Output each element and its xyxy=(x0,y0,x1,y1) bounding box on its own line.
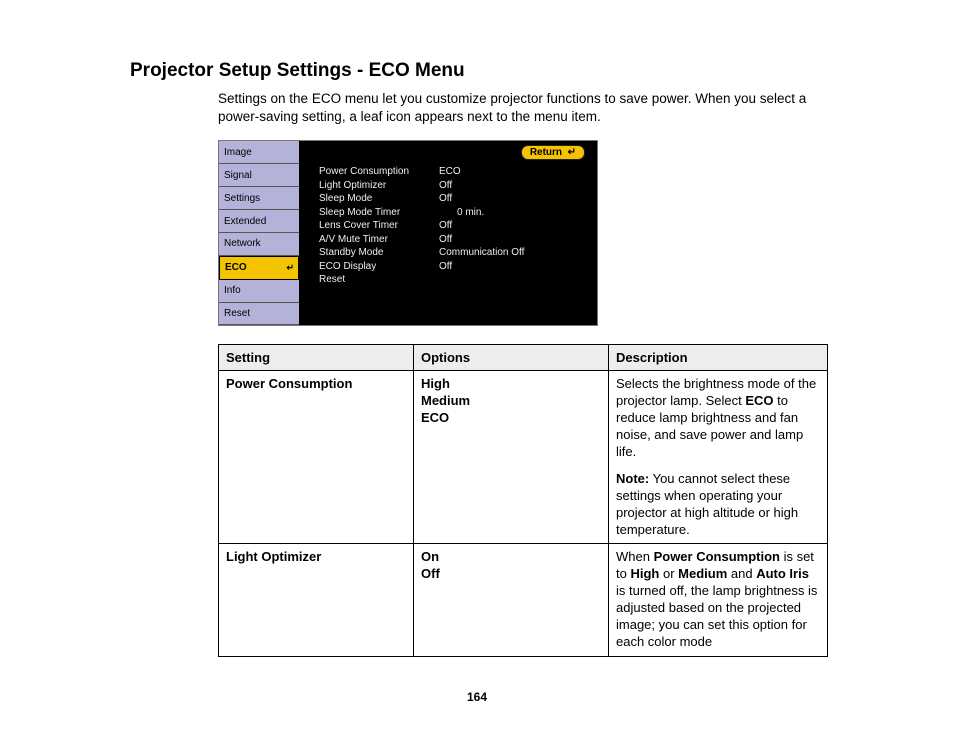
sidebar-item-image: Image xyxy=(219,141,299,164)
setting-options: High Medium ECO xyxy=(414,371,609,544)
sidebar-item-eco: ECO xyxy=(219,256,299,280)
page-title: Projector Setup Settings - ECO Menu xyxy=(130,60,844,82)
menu-row: Sleep ModeOff xyxy=(319,192,589,206)
return-label: Return xyxy=(530,147,562,158)
option-on: On xyxy=(421,549,601,564)
menu-settings-list: Power ConsumptionECO Light OptimizerOff … xyxy=(319,165,589,287)
menu-main-panel: Return ↵ Power ConsumptionECO Light Opti… xyxy=(299,141,597,325)
option-high: High xyxy=(421,376,601,391)
return-icon: ↵ xyxy=(565,147,576,158)
option-eco: ECO xyxy=(421,410,601,425)
projector-menu-screenshot: Image Signal Settings Extended Network E… xyxy=(218,140,598,326)
setting-name: Light Optimizer xyxy=(219,544,414,656)
sidebar-item-info: Info xyxy=(219,280,299,303)
note-label: Note: xyxy=(616,471,649,486)
menu-row: ECO DisplayOff xyxy=(319,260,589,274)
setting-name: Power Consumption xyxy=(219,371,414,544)
settings-table: Setting Options Description Power Consum… xyxy=(218,344,828,656)
col-setting: Setting xyxy=(219,345,414,371)
table-row: Light Optimizer On Off When Power Consum… xyxy=(219,544,828,656)
menu-row: Power ConsumptionECO xyxy=(319,165,589,179)
setting-description: When Power Consumption is set to High or… xyxy=(609,544,828,656)
menu-row: Reset xyxy=(319,273,589,287)
menu-row: Light OptimizerOff xyxy=(319,179,589,193)
menu-sidebar: Image Signal Settings Extended Network E… xyxy=(219,141,299,325)
option-off: Off xyxy=(421,566,601,581)
sidebar-item-network: Network xyxy=(219,233,299,256)
menu-row: Lens Cover TimerOff xyxy=(319,219,589,233)
table-row: Power Consumption High Medium ECO Select… xyxy=(219,371,828,544)
table-header-row: Setting Options Description xyxy=(219,345,828,371)
col-description: Description xyxy=(609,345,828,371)
sidebar-item-signal: Signal xyxy=(219,164,299,187)
return-button: Return ↵ xyxy=(521,145,585,160)
sidebar-item-reset: Reset xyxy=(219,303,299,326)
menu-row: Standby ModeCommunication Off xyxy=(319,246,589,260)
menu-row: Sleep Mode Timer0 min. xyxy=(319,206,589,220)
sidebar-item-extended: Extended xyxy=(219,210,299,233)
col-options: Options xyxy=(414,345,609,371)
menu-row: A/V Mute TimerOff xyxy=(319,233,589,247)
setting-options: On Off xyxy=(414,544,609,656)
sidebar-item-settings: Settings xyxy=(219,187,299,210)
page-number: 164 xyxy=(0,690,954,704)
setting-description: Selects the brightness mode of the proje… xyxy=(609,371,828,544)
intro-text: Settings on the ECO menu let you customi… xyxy=(218,90,838,126)
option-medium: Medium xyxy=(421,393,601,408)
